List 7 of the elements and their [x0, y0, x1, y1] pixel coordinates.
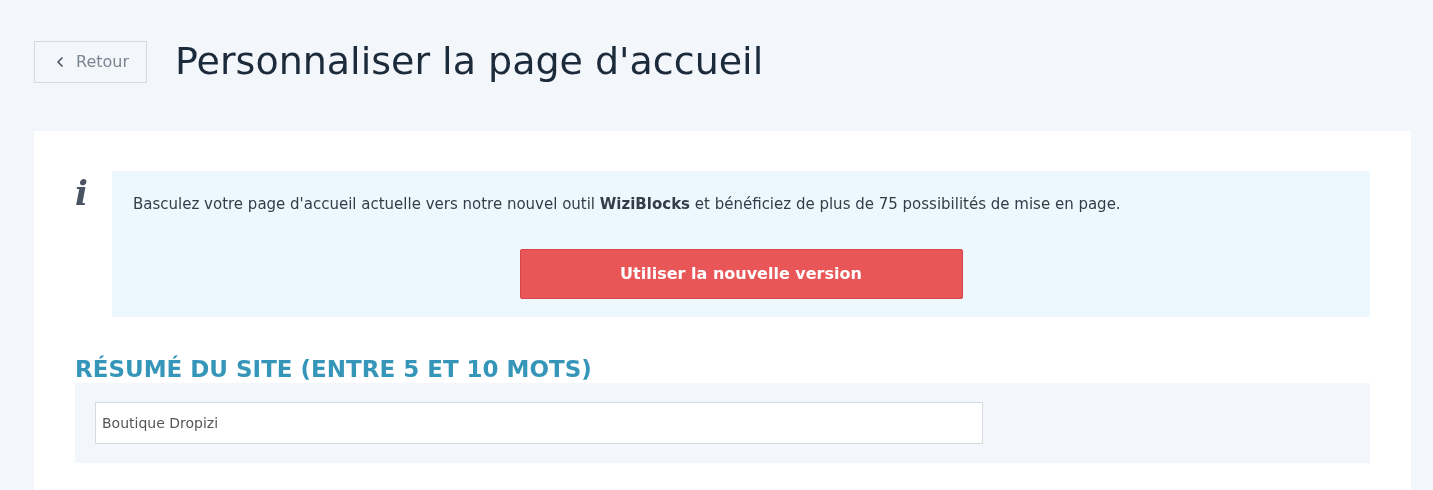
section-title: RÉSUMÉ DU SITE (ENTRE 5 ET 10 MOTS)	[75, 355, 593, 383]
summary-field[interactable]: Boutique Dropizi	[95, 402, 983, 444]
info-icon: i	[75, 171, 112, 317]
info-message: Basculez votre page d'accueil actuelle vers notre nouvel outil WiziBlocks et bénéficiez de plus de 75 possibilités de mise en page.	[133, 194, 1122, 215]
page-title: Personnaliser la page d'accueil	[175, 38, 764, 85]
new-version-button[interactable]: Utiliser la nouvelle version	[519, 248, 963, 299]
back-button[interactable]: Retour	[34, 40, 148, 83]
